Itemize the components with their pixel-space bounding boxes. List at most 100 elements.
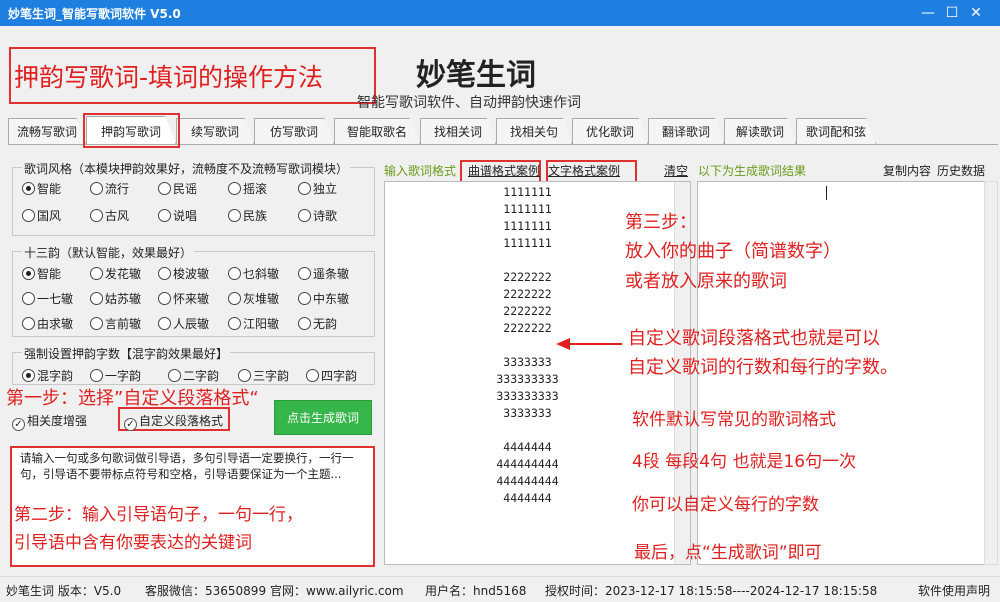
style-radio-pop[interactable]: 流行	[90, 180, 129, 197]
radio-dot	[228, 209, 241, 222]
radio-dot	[22, 317, 35, 330]
style-radio-indie[interactable]: 独立	[298, 180, 337, 197]
tab-translate-lyrics[interactable]: 翻译歌词	[648, 118, 724, 144]
rhyme-radio-renchen[interactable]: 人辰辙	[158, 315, 209, 332]
rhyme-radio-youqiu[interactable]: 由求辙	[22, 315, 73, 332]
style-radio-guofeng[interactable]: 国风	[22, 207, 61, 224]
rhyme-radio-zhongdong[interactable]: 中东辙	[298, 290, 349, 307]
tab-imitate-lyrics[interactable]: 仿写歌词	[254, 118, 334, 144]
radio-dot	[228, 317, 241, 330]
tab-related-words[interactable]: 找相关词	[420, 118, 496, 144]
style-group-title: 歌词风格（本模块押韵效果好，流畅度不及流畅写歌词模块）	[22, 160, 351, 177]
radio-dot	[298, 182, 311, 195]
radio-dot	[90, 182, 103, 195]
tab-song-title[interactable]: 智能取歌名	[334, 118, 420, 144]
input-line: 333333333	[496, 389, 559, 403]
rhyme-radio-gusu[interactable]: 姑苏辙	[90, 290, 141, 307]
input-line: 4444444	[503, 440, 552, 454]
app-slogan: 智能写歌词软件、自动押韵快速作词	[357, 95, 581, 111]
relevance-check[interactable]: ✓ 相关度增强	[12, 412, 87, 431]
rhyme-radio-huidui[interactable]: 灰堆辙	[228, 290, 279, 307]
radio-dot	[22, 267, 35, 280]
style-radio-poetry[interactable]: 诗歌	[298, 207, 337, 224]
rhyme-radio-smart[interactable]: 智能	[22, 265, 61, 282]
count-radio-three[interactable]: 三字韵	[238, 367, 289, 384]
status-auth: 授权时间：2023-12-17 18:15:58----2024-12-17 1…	[545, 584, 878, 598]
status-website[interactable]: 官网：www.ailyric.com	[270, 582, 404, 599]
input-line: 1111111	[503, 185, 552, 199]
radio-dot	[298, 209, 311, 222]
minimize-button[interactable]: —	[918, 3, 938, 23]
guide-input[interactable]: 请输入一句或多句歌词做引导语，多句引导语一定要换行，一行一句，引导语不要带标点符…	[10, 446, 375, 567]
maximize-button[interactable]: ☐	[942, 3, 962, 23]
tab-chords[interactable]: 歌词配和弦	[796, 118, 876, 144]
rhyme-radio-none[interactable]: 无韵	[298, 315, 337, 332]
radio-dot	[22, 209, 35, 222]
style-radio-smart[interactable]: 智能	[22, 180, 61, 197]
radio-dot	[298, 317, 311, 330]
tab-continue-lyrics[interactable]: 续写歌词	[176, 118, 254, 144]
check-icon: ✓	[12, 418, 25, 431]
radio-dot	[90, 317, 103, 330]
rhyme-radio-huailai[interactable]: 怀来辙	[158, 290, 209, 307]
copy-link[interactable]: 复制内容	[883, 162, 931, 179]
radio-dot	[238, 369, 251, 382]
rhyme-group-title: 十三韵（默认智能，效果最好）	[22, 244, 195, 261]
style-radio-folk[interactable]: 民谣	[158, 180, 197, 197]
input-line: 4444444	[503, 491, 552, 505]
count-radio-one[interactable]: 一字韵	[90, 367, 141, 384]
style-radio-rap[interactable]: 说唱	[158, 207, 197, 224]
tab-related-sentences[interactable]: 找相关句	[496, 118, 572, 144]
radio-dot	[228, 292, 241, 305]
count-radio-two[interactable]: 二字韵	[168, 367, 219, 384]
status-user: 用户名：hnd5168	[425, 584, 527, 598]
tab-interpret-lyrics[interactable]: 解读歌词	[724, 118, 796, 144]
clear-link[interactable]: 清空	[664, 162, 688, 179]
status-wechat: 客服微信：53650899	[145, 584, 267, 598]
style-radio-gufeng[interactable]: 古风	[90, 207, 129, 224]
rhyme-radio-fahua[interactable]: 发花辙	[90, 265, 141, 282]
rhyme-radio-yanqian[interactable]: 言前辙	[90, 315, 141, 332]
annotation-title: 押韵写歌词-填词的操作方法	[9, 47, 376, 104]
radio-dot	[158, 317, 171, 330]
radio-dot	[158, 182, 171, 195]
rhyme-radio-miexie[interactable]: 乜斜辙	[228, 265, 279, 282]
guide-placeholder: 请输入一句或多句歌词做引导语，多句引导语一定要换行，一行一句，引导语不要带标点符…	[20, 451, 354, 481]
title-bar: 妙笔生词_智能写歌词软件 V5.0 — ☐ ✕	[0, 0, 1000, 26]
radio-dot	[22, 292, 35, 305]
input-format-label: 输入歌词格式	[384, 164, 457, 178]
style-radio-rock[interactable]: 摇滚	[228, 180, 267, 197]
style-radio-ethnic[interactable]: 民族	[228, 207, 267, 224]
radio-dot	[306, 369, 319, 382]
count-group-title: 强制设置押韵字数【混字韵效果最好】	[22, 345, 231, 362]
close-button[interactable]: ✕	[966, 3, 986, 23]
result-label: 以下为生成歌词结果	[698, 164, 807, 178]
count-radio-mixed[interactable]: 混字韵	[22, 367, 73, 384]
tab-optimize-lyrics[interactable]: 优化歌词	[572, 118, 648, 144]
history-link[interactable]: 历史数据	[937, 162, 985, 179]
tune-example-link[interactable]: 曲谱格式案例	[468, 162, 540, 179]
radio-dot	[168, 369, 181, 382]
annotation-step2-line2: 引导语中含有你要表达的关键词	[14, 533, 252, 553]
rhyme-radio-yaotiao[interactable]: 遥条辙	[298, 265, 349, 282]
input-line: 2222222	[503, 304, 552, 318]
input-line: 444444444	[496, 474, 559, 488]
text-example-link[interactable]: 文字格式案例	[548, 162, 620, 179]
result-scrollbar[interactable]	[984, 181, 998, 565]
count-radio-four[interactable]: 四字韵	[306, 367, 357, 384]
rhyme-radio-jiangyang[interactable]: 江阳辙	[228, 315, 279, 332]
status-bar: 妙笔生词 版本：V5.0 客服微信：53650899 官网：www.ailyri…	[0, 576, 1000, 602]
status-terms[interactable]: 软件使用声明	[918, 582, 990, 599]
annotation-step3-title: 第三步：	[625, 212, 697, 233]
annotation-finally: 最后，点“生成歌词”即可	[634, 543, 822, 563]
rhyme-radio-suobo[interactable]: 梭波辙	[158, 265, 209, 282]
radio-dot	[22, 369, 35, 382]
radio-dot	[158, 267, 171, 280]
annotation-per-line: 你可以自定义每行的字数	[632, 495, 819, 515]
text-cursor	[826, 186, 827, 200]
custom-format-check[interactable]: ✓ 自定义段落格式	[124, 412, 223, 431]
generate-button[interactable]: 点击生成歌词	[274, 400, 372, 435]
radio-dot	[158, 209, 171, 222]
rhyme-radio-yiqi[interactable]: 一七辙	[22, 290, 73, 307]
tab-fluent-lyrics[interactable]: 流畅写歌词	[8, 118, 86, 144]
